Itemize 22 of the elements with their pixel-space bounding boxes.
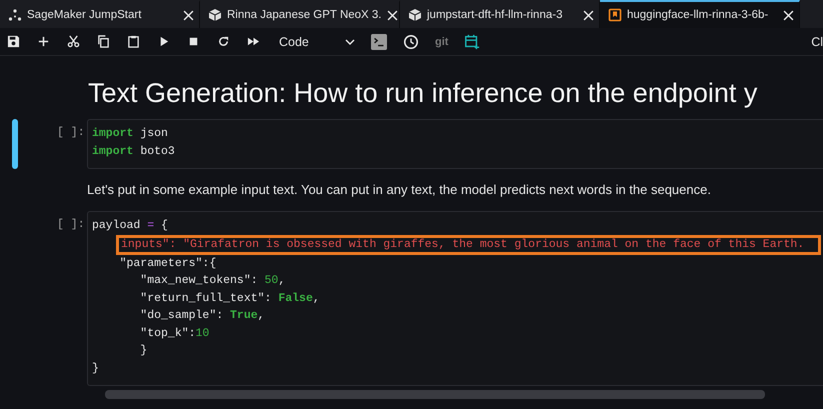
code-line: } [92, 360, 100, 376]
code-line: "top_k":10 [139, 326, 210, 342]
code-line: "parameters":{ [118, 256, 218, 272]
cell-type-dropdown[interactable]: Code [277, 34, 357, 48]
markdown-text: Let's put in some example input text. You can put in any text, the model predicts next words in the sequence. [87, 182, 712, 197]
tab[interactable]: huggingface-llm-rinna-3-6b- [600, 0, 800, 28]
code-line: "return_full_text": False, [139, 290, 321, 306]
code-line: "do_sample": True, [139, 308, 266, 324]
highlighted-code: inputs": "Girafatron is obsessed with giraffes, the most glorious animal on the face of this Earth. [116, 234, 822, 254]
cell-prompt: [ ]: [57, 125, 84, 139]
code-line: payload = { [92, 218, 169, 234]
tab[interactable]: Rinna Japanese GPT NeoX 3. [200, 0, 400, 28]
tab[interactable]: SageMaker JumpStart [0, 0, 200, 28]
git-button[interactable]: git [435, 36, 448, 48]
cell-prompt: [ ]: [57, 217, 84, 231]
code-line: import json [92, 126, 169, 142]
code-line: import boto3 [92, 144, 176, 160]
code-line: } [139, 343, 148, 359]
notebook-heading: Text Generation: How to run inference on the endpoint y [88, 78, 758, 109]
code-line: "max_new_tokens": 50, [139, 273, 286, 289]
code-cell[interactable]: import json import boto3 [87, 119, 823, 169]
toolbar-label: Cl [811, 34, 823, 48]
